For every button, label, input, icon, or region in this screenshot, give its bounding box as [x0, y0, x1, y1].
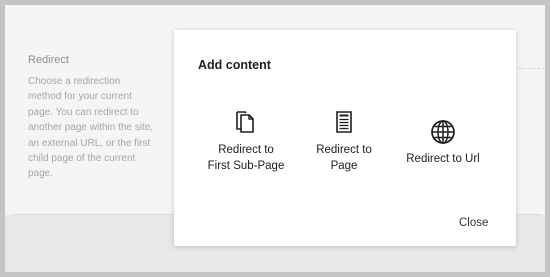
redirect-url-option[interactable]: Redirect to Url	[396, 119, 490, 167]
option-label-line1: Redirect to	[218, 144, 274, 156]
option-label-line2: First Sub-Page	[207, 160, 285, 172]
redirect-section-title: Redirect	[28, 54, 69, 66]
globe-icon	[396, 119, 490, 145]
redirect-page-option[interactable]: Redirect to Page	[306, 110, 382, 174]
page-icon	[306, 110, 382, 134]
option-label: Redirect to Url	[406, 153, 480, 165]
redirect-section-description: Choose a redirection method for your cur…	[28, 76, 154, 180]
dialog-title: Add content	[198, 58, 271, 72]
close-button[interactable]: Close	[459, 217, 488, 229]
documents-icon	[194, 110, 298, 136]
background-field-line	[518, 68, 545, 70]
add-content-dialog: Add content Redirect to First Sub-Page R…	[174, 30, 516, 246]
redirect-first-subpage-option[interactable]: Redirect to First Sub-Page	[194, 110, 298, 174]
option-label-line2: Page	[330, 160, 358, 172]
option-label-line1: Redirect to	[316, 144, 372, 156]
